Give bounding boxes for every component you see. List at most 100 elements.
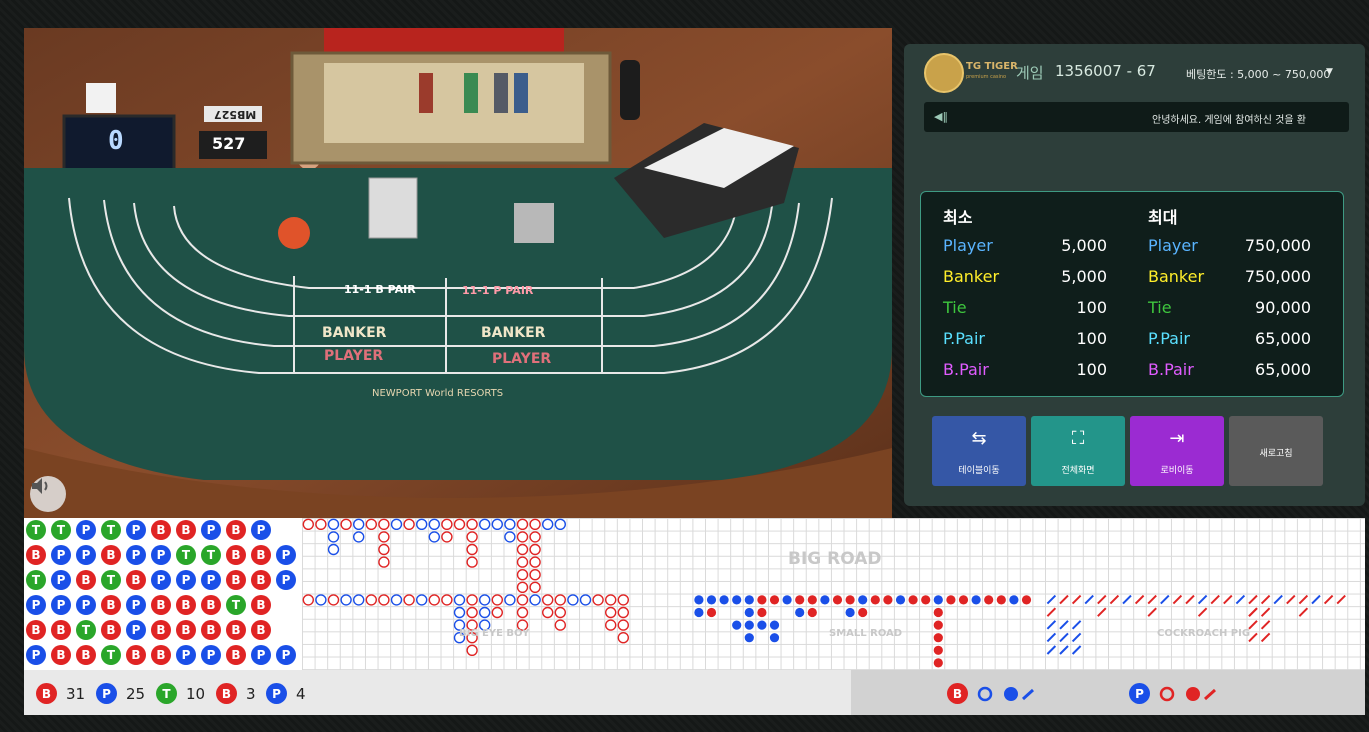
bead-cell: P (176, 570, 196, 590)
bead-cell: P (276, 570, 296, 590)
cockroach-mark (1097, 594, 1107, 605)
small-road-mark (769, 595, 780, 605)
bet-limit-select[interactable]: 베팅한도 : 5,000 ~ 750,000 (1186, 66, 1330, 82)
bet-limits-table: 최소 최대 Player 5,000 Player 750,000 Banker 5,00… (920, 191, 1344, 397)
cockroach-mark (1134, 594, 1145, 605)
big-road-mark (529, 556, 541, 568)
big-road-mark (504, 518, 516, 531)
small-road-mark (782, 595, 792, 605)
big-road-mark (516, 606, 529, 619)
limit-min: 100 (1076, 298, 1107, 317)
stat-badge: P (266, 683, 287, 704)
panel-button[interactable]: ⛶ 전체화면 (1031, 416, 1125, 486)
bead-cell: P (51, 545, 71, 565)
bead-cell: B (251, 545, 271, 565)
limit-min: 100 (1076, 329, 1107, 348)
bead-cell: T (226, 595, 246, 615)
table-text-p-pair: 11-1 P PAIR (462, 284, 534, 297)
small-road-mark (807, 607, 817, 618)
small-road-mark (732, 620, 742, 630)
cockroach-mark (1260, 594, 1271, 605)
limit-max: 65,000 (1255, 329, 1311, 348)
table-text-banker-2: BANKER (481, 325, 546, 341)
big-road-mark (302, 518, 315, 531)
tiger-logo-icon (924, 53, 964, 93)
cockroach-mark (1160, 594, 1170, 605)
big-road-mark (378, 594, 390, 606)
small-road-mark (706, 607, 717, 618)
bead-cell: P (126, 620, 146, 640)
speaker-icon (32, 478, 48, 494)
big-road-mark (378, 543, 390, 556)
bead-cell: P (201, 645, 221, 665)
bead-cell: T (201, 545, 221, 565)
big-road-mark (478, 594, 491, 606)
big-road-mark (403, 594, 415, 606)
sound-toggle-button[interactable] (30, 476, 66, 512)
table-text-player-2: PLAYER (492, 351, 552, 367)
small-road-mark (971, 595, 981, 605)
small-road-mark (694, 595, 704, 605)
chevron-down-icon[interactable]: ▼ (1326, 67, 1333, 77)
big-road-mark (466, 531, 478, 543)
big-road-mark (516, 569, 529, 581)
big-road-mark (428, 594, 441, 606)
stat-badge: T (156, 683, 177, 704)
small-road-mark (795, 595, 805, 605)
cockroach-mark (1046, 620, 1057, 630)
bead-cell: B (76, 570, 96, 590)
bead-cell: P (251, 645, 271, 665)
limit-min: 5,000 (1061, 267, 1107, 286)
bead-cell: B (51, 645, 71, 665)
big-road-mark (415, 594, 428, 606)
cockroach-mark (1046, 607, 1057, 617)
panel-button[interactable]: 새로고침 (1229, 416, 1323, 486)
small-road-mark (832, 595, 843, 605)
bead-cell: T (101, 520, 121, 540)
big-road-mark (491, 594, 504, 606)
bead-cell: P (26, 595, 46, 615)
big-road-mark (541, 594, 554, 606)
small-road-mark (820, 595, 830, 605)
big-road-mark (529, 594, 541, 606)
small-road-mark (933, 645, 943, 655)
bead-cell: B (126, 570, 146, 590)
cockroach-mark (1223, 594, 1233, 605)
bead-cell: B (151, 620, 171, 640)
player-predict-badge[interactable]: P (1129, 683, 1150, 704)
big-road-mark (353, 594, 365, 606)
panel-button[interactable]: ⇥ 로비이동 (1130, 416, 1224, 486)
big-road-mark (554, 619, 566, 631)
small-road-mark (933, 607, 943, 618)
small-road-mark (933, 595, 943, 605)
big-road-mark (617, 619, 629, 631)
small-road-mark (984, 595, 994, 605)
big-road-mark (491, 606, 504, 619)
small-road-mark (757, 607, 767, 618)
banker-predict-badge[interactable]: B (947, 683, 968, 704)
cockroach-mark (1298, 607, 1309, 617)
big-road-mark (592, 594, 604, 606)
game-id: 1356007 - 67 (1055, 62, 1156, 80)
cockroach-mark (1273, 594, 1283, 605)
big-road-mark (529, 531, 541, 543)
big-road-mark (529, 569, 541, 581)
bead-cell: B (151, 520, 171, 540)
stat-count: 25 (126, 685, 146, 703)
fullscreen-icon: ⛶ (1071, 428, 1085, 449)
big-road-mark (504, 594, 516, 606)
limit-name: P.Pair (1148, 329, 1190, 348)
cockroach-mark (1109, 594, 1120, 605)
big-road-mark (529, 543, 541, 556)
prediction-bar: B P (851, 670, 1365, 715)
limit-name: Tie (943, 298, 967, 317)
panel-button[interactable]: ⇆ 테이블이동 (932, 416, 1026, 486)
shoe-counter-display: 0 (108, 126, 124, 156)
live-video: 0 527 MB527 NEWPORT World RESORTS BANKER… (24, 28, 892, 518)
big-road-mark (428, 518, 441, 531)
panel-button-label: 테이블이동 (958, 466, 1000, 476)
cockroach-mark (1071, 632, 1082, 643)
bead-cell: B (101, 620, 121, 640)
big-road-mark (466, 606, 478, 619)
big-road-mark (378, 518, 390, 531)
